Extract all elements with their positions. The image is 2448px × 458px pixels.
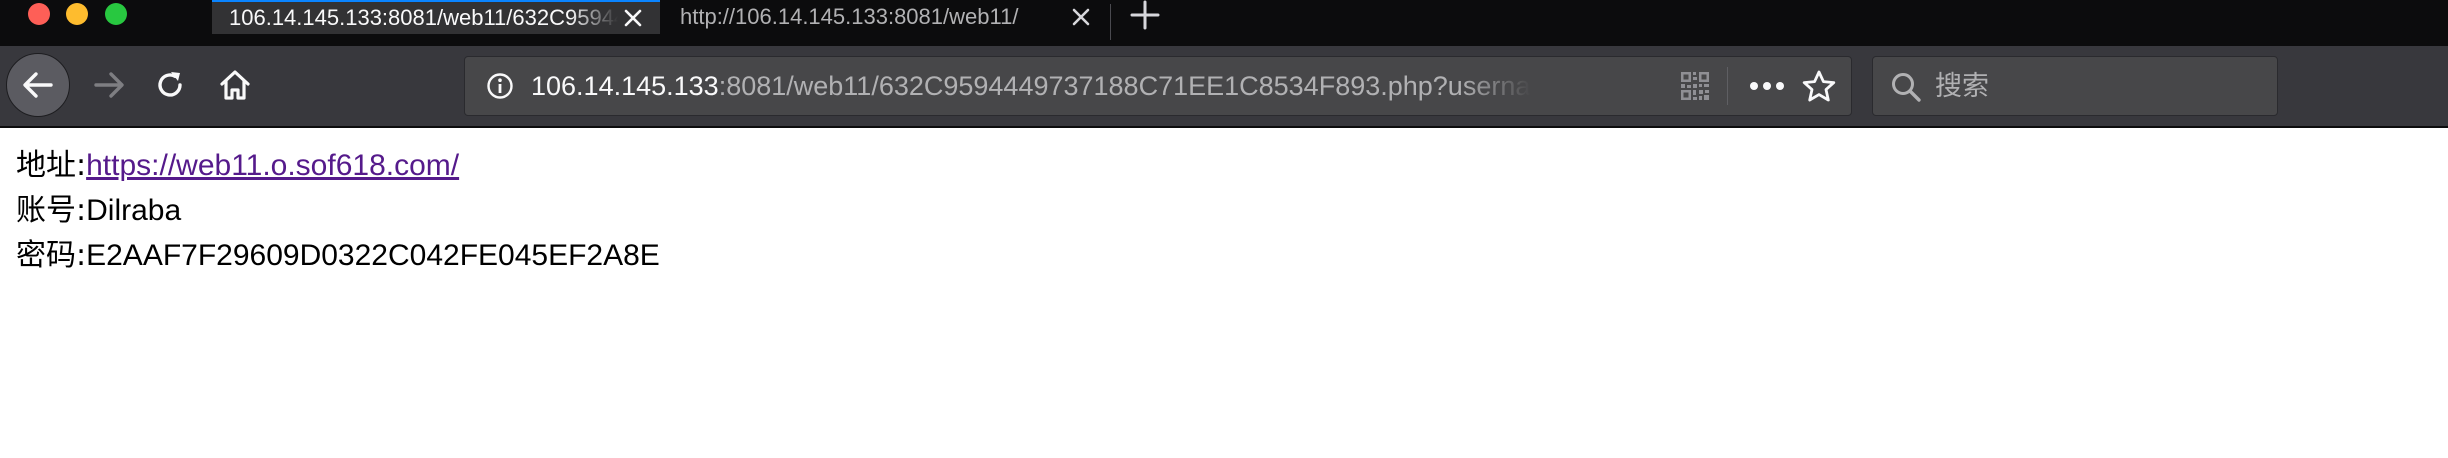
forward-arrow-icon	[94, 72, 124, 98]
plus-icon[interactable]	[1128, 0, 1162, 30]
window-minimize-button[interactable]	[66, 3, 88, 25]
info-icon[interactable]	[485, 71, 515, 101]
url-host: 106.14.145.133	[531, 71, 719, 101]
url-text[interactable]: 106.14.145.133:8081/web11/632C9594449737…	[531, 57, 1531, 115]
page-content: 地址:https://web11.o.sof618.com/ 账号:Dilrab…	[0, 128, 2448, 458]
qr-code-icon[interactable]	[1679, 70, 1711, 102]
browser-window: 106.14.145.133:8081/web11/632C9594449737…	[0, 0, 2448, 458]
forward-button[interactable]	[84, 60, 134, 110]
back-arrow-icon	[23, 72, 53, 98]
back-button[interactable]	[6, 53, 70, 117]
url-bar[interactable]: 106.14.145.133:8081/web11/632C9594449737…	[464, 56, 1852, 116]
address-label: 地址:	[16, 148, 87, 183]
home-button[interactable]	[210, 60, 260, 110]
close-icon[interactable]	[618, 3, 648, 33]
tab-title: http://106.14.145.133:8081/web11/	[680, 4, 1019, 29]
account-value: Dilraba	[86, 194, 182, 227]
home-icon	[220, 70, 250, 100]
search-icon	[1889, 70, 1923, 104]
tab-strip: 106.14.145.133:8081/web11/632C9594449737…	[0, 0, 2448, 46]
close-icon[interactable]	[1066, 2, 1096, 32]
url-bar-separator	[1727, 67, 1728, 105]
tab-separator	[1110, 4, 1111, 40]
url-path: :8081/web11/632C9594449737188C71EE1C8534…	[718, 71, 1531, 101]
address-link[interactable]: https://web11.o.sof618.com/	[86, 149, 459, 182]
navigation-toolbar: 106.14.145.133:8081/web11/632C9594449737…	[0, 46, 2448, 128]
password-value: E2AAF7F29609D0322C042FE045EF2A8E	[86, 239, 660, 272]
star-icon[interactable]	[1801, 69, 1837, 103]
reload-button[interactable]	[145, 60, 195, 110]
search-input[interactable]	[1935, 63, 2255, 109]
account-label: 账号:	[16, 193, 87, 228]
search-bar[interactable]	[1872, 56, 2278, 116]
account-line: 账号:Dilraba	[16, 189, 181, 233]
tab-title: 106.14.145.133:8081/web11/632C9594449737…	[229, 5, 618, 30]
reload-icon	[158, 72, 182, 97]
window-close-button[interactable]	[28, 3, 50, 25]
window-zoom-button[interactable]	[105, 3, 127, 25]
address-line: 地址:https://web11.o.sof618.com/	[16, 144, 459, 188]
password-label: 密码:	[16, 238, 87, 273]
password-line: 密码:E2AAF7F29609D0322C042FE045EF2A8E	[16, 234, 660, 278]
more-dots-icon[interactable]	[1747, 70, 1787, 102]
tab-inactive[interactable]: http://106.14.145.133:8081/web11/	[664, 0, 1108, 34]
tab-active[interactable]: 106.14.145.133:8081/web11/632C9594449737…	[212, 0, 660, 34]
